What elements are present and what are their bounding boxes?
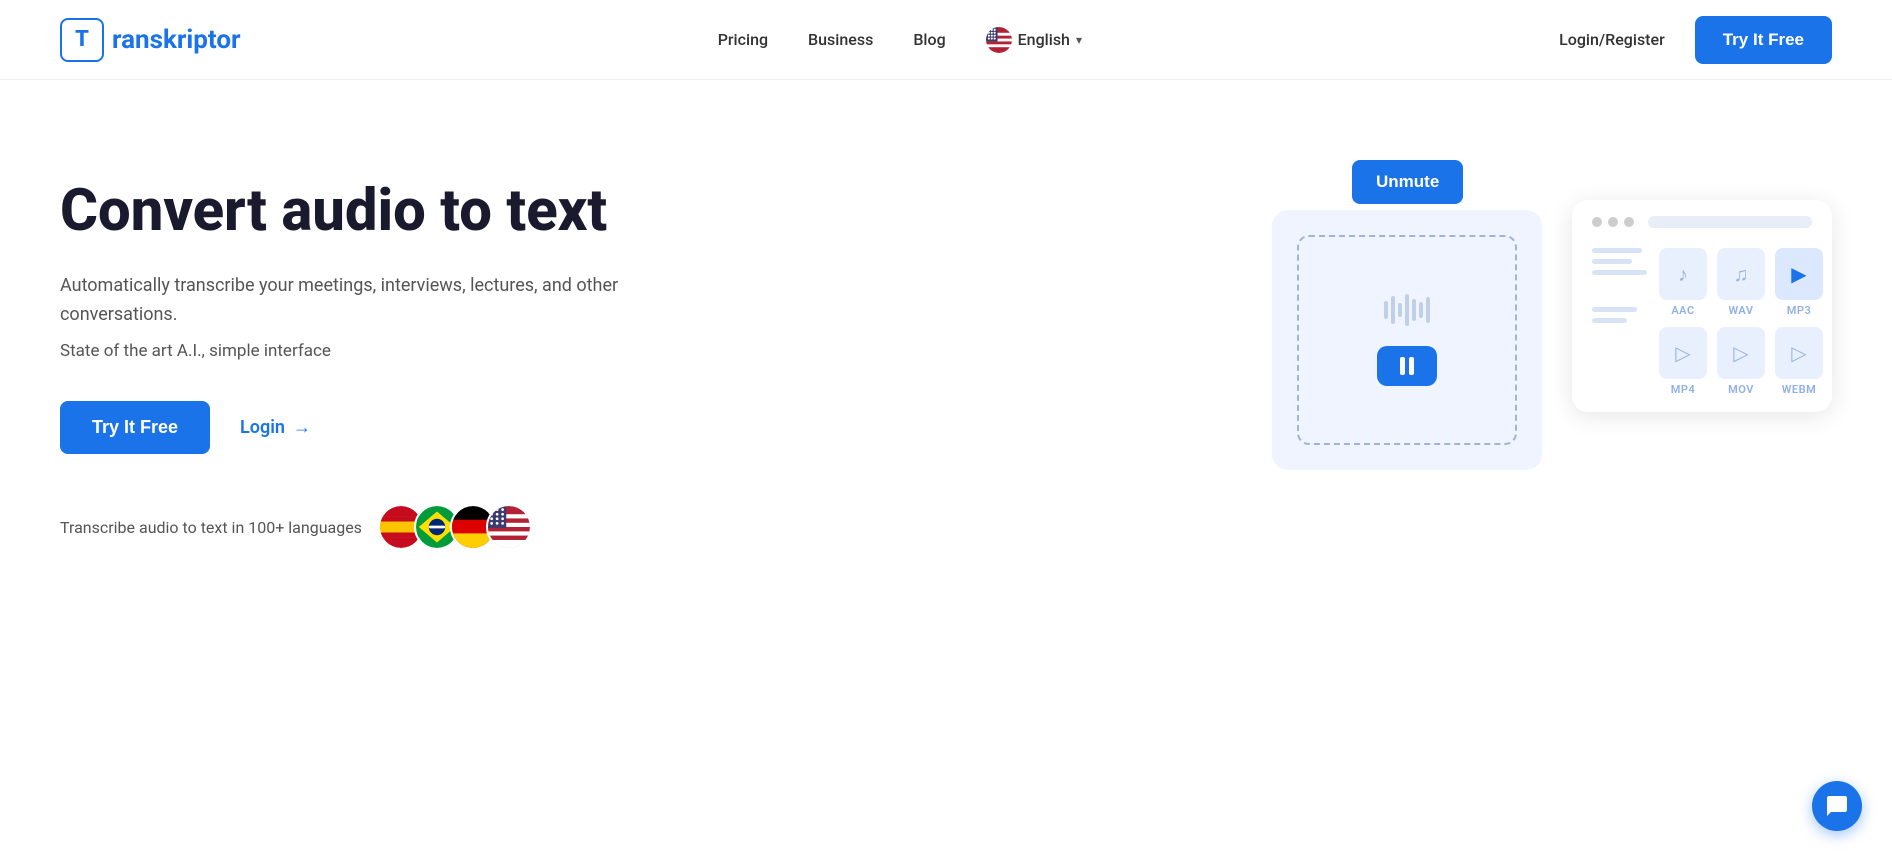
hero-section: Convert audio to text Automatically tran… [0,80,1892,680]
chat-bubble-button[interactable] [1812,781,1862,831]
pause-bar-left [1400,357,1405,375]
languages-text: Transcribe audio to text in 100+ languag… [60,518,362,537]
mp3-label: MP3 [1787,304,1811,317]
browser-dots [1592,216,1812,228]
dot-2 [1608,217,1618,227]
player-inner [1297,235,1517,445]
hero-left: Convert audio to text Automatically tran… [60,160,620,550]
mov-icon-wrap: ▷ [1717,327,1765,379]
us-flag-hero-icon [486,504,532,550]
wav-label: WAV [1729,304,1754,317]
format-webm: ▷ WEBM [1775,327,1823,396]
header-right: Login/Register Try It Free [1559,16,1832,64]
pause-bar-right [1409,357,1414,375]
try-it-free-header-button[interactable]: Try It Free [1695,16,1832,64]
dot-3 [1624,217,1634,227]
format-mp4: ▷ MP4 [1659,327,1707,396]
wav-icon-wrap: ♫ [1717,248,1765,300]
aac-icon-wrap: ♪ [1659,248,1707,300]
flags-group [378,504,532,550]
player-card [1272,210,1542,470]
formats-card: ♪ AAC ♫ WAV ▶ [1572,200,1832,412]
play-pause-button[interactable] [1377,346,1437,386]
chat-icon [1825,794,1849,818]
search-bar-mock [1648,216,1812,228]
logo-text: ranskriptor [112,25,241,55]
unmute-button[interactable]: Unmute [1352,160,1463,204]
hero-buttons: Try It Free Login → [60,401,620,454]
mov-label: MOV [1728,383,1754,396]
hero-title: Convert audio to text [60,180,620,244]
webm-icon-wrap: ▷ [1775,327,1823,379]
nav-business[interactable]: Business [808,30,873,49]
formats-grid: ♪ AAC ♫ WAV ▶ [1659,248,1823,396]
try-it-free-hero-button[interactable]: Try It Free [60,401,210,454]
format-wav: ♫ WAV [1717,248,1765,317]
language-selector[interactable]: English ▾ [986,27,1082,53]
logo-icon: T [60,18,104,62]
login-register-link[interactable]: Login/Register [1559,30,1665,49]
hero-illustration: Unmute [1272,160,1832,560]
waveform [1384,294,1430,326]
mp4-icon-wrap: ▷ [1659,327,1707,379]
nav-blog[interactable]: Blog [913,30,945,49]
languages-row: Transcribe audio to text in 100+ languag… [60,504,620,550]
language-label: English [1018,30,1070,49]
logo-link[interactable]: T ranskriptor [60,18,241,62]
main-nav: Pricing Business Blog [718,27,1082,53]
aac-label: AAC [1671,304,1694,317]
webm-label: WEBM [1782,383,1816,396]
format-mov: ▷ MOV [1717,327,1765,396]
nav-pricing[interactable]: Pricing [718,30,768,49]
hero-subtitle: State of the art A.I., simple interface [60,341,620,361]
login-link[interactable]: Login → [240,417,311,438]
format-mp3: ▶ MP3 [1775,248,1823,317]
mp4-label: MP4 [1671,383,1695,396]
format-aac: ♪ AAC [1659,248,1707,317]
hero-description: Automatically transcribe your meetings, … [60,272,620,330]
us-flag-icon [986,27,1012,53]
dot-1 [1592,217,1602,227]
header: T ranskriptor Pricing Business Blog [0,0,1892,80]
chevron-down-icon: ▾ [1076,33,1082,47]
mp3-icon-wrap: ▶ [1775,248,1823,300]
